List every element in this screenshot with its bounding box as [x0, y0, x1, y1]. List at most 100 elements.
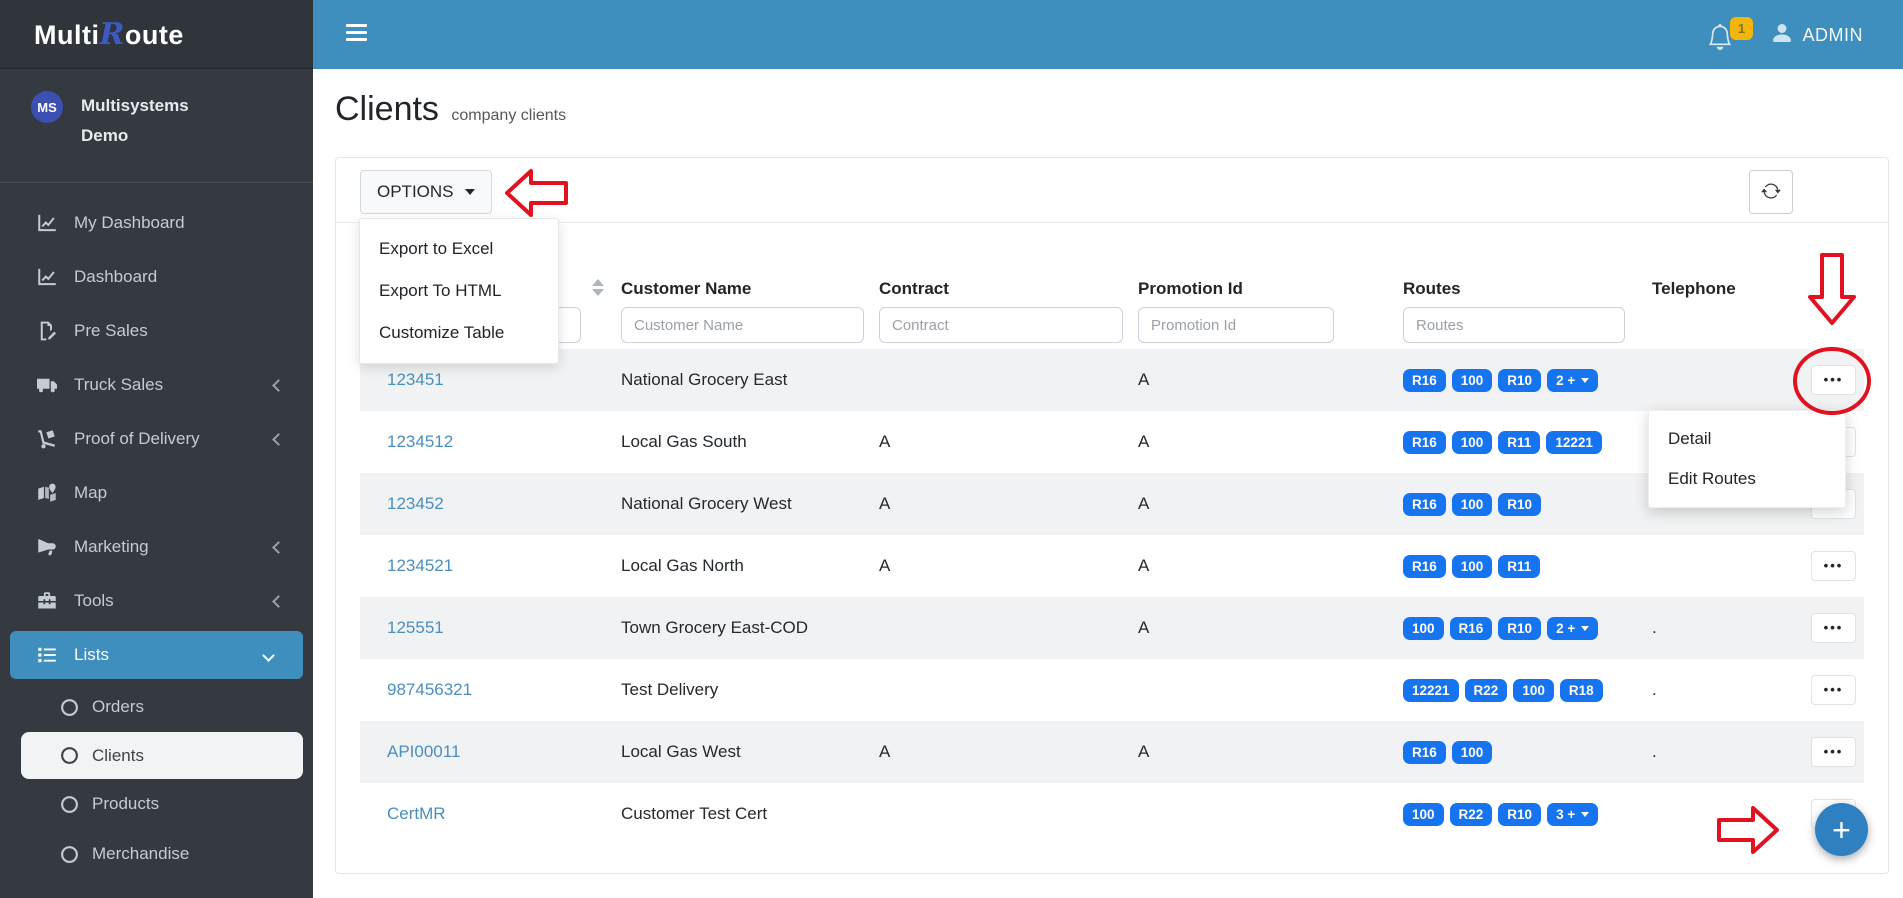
- route-badge: R10: [1498, 803, 1541, 826]
- sidebar-divider: [0, 182, 313, 183]
- customer-number-link[interactable]: 123452: [387, 494, 444, 514]
- contract-cell: A: [879, 535, 1138, 597]
- routes-filter-input[interactable]: [1403, 307, 1625, 343]
- circle-icon: [60, 698, 79, 717]
- user-menu[interactable]: ADMIN: [1770, 21, 1864, 50]
- chevron-down-icon: [465, 189, 475, 195]
- customer-number-link[interactable]: 125551: [387, 618, 444, 638]
- customer-name-cell: National Grocery West: [621, 473, 879, 535]
- telephone-cell: .: [1652, 659, 1801, 721]
- actions-cell: •••: [1801, 535, 1866, 597]
- sidebar-item-pre-sales[interactable]: Pre Sales: [0, 304, 313, 358]
- toolbox-icon: [34, 591, 60, 611]
- add-client-fab[interactable]: +: [1815, 803, 1868, 856]
- options-dropdown-menu: Export to ExcelExport To HTMLCustomize T…: [359, 218, 559, 364]
- row-context-menu-item[interactable]: Detail: [1649, 419, 1845, 459]
- table-row: API00011Local Gas WestAAR16100.•••: [360, 721, 1864, 783]
- more-routes-badge[interactable]: 2 +: [1547, 369, 1598, 392]
- file-pen-icon: [34, 321, 60, 341]
- options-menu-item[interactable]: Export to Excel: [360, 228, 558, 270]
- options-menu-item[interactable]: Export To HTML: [360, 270, 558, 312]
- workspace-name: Multisystems Demo: [63, 91, 233, 151]
- map-marker-icon: [34, 483, 60, 503]
- sidebar-subitem-label: Merchandise: [79, 844, 189, 864]
- contract-filter-input[interactable]: [879, 307, 1123, 343]
- column-header-promotion-id[interactable]: Promotion Id: [1138, 271, 1403, 307]
- brand-logo[interactable]: MultiRoute: [0, 0, 313, 69]
- customer-number-link[interactable]: 1234521: [387, 556, 453, 576]
- routes-cell: 100R16R102 +: [1403, 597, 1652, 659]
- person-icon: [1770, 21, 1794, 50]
- sidebar-item-truck-sales[interactable]: Truck Sales: [0, 358, 313, 412]
- list-icon: [34, 645, 60, 665]
- more-routes-badge[interactable]: 2 +: [1547, 617, 1598, 640]
- route-badge: R10: [1498, 617, 1541, 640]
- customer-number-link[interactable]: CertMR: [387, 804, 446, 824]
- route-badge: R11: [1498, 431, 1540, 454]
- brand-suffix: oute: [125, 20, 184, 50]
- route-badges: R16100R10: [1403, 493, 1541, 516]
- circle-icon: [60, 746, 79, 765]
- customer-number-cell: 1234521: [360, 535, 621, 597]
- more-routes-badge[interactable]: 3 +: [1547, 803, 1598, 826]
- sidebar-item-marketing[interactable]: Marketing: [0, 520, 313, 574]
- brand-text: MultiRoute: [34, 17, 184, 52]
- notifications-button[interactable]: 1: [1707, 17, 1753, 57]
- options-menu-item[interactable]: Customize Table: [360, 312, 558, 354]
- brand-accent-letter: R: [99, 17, 124, 52]
- row-actions-button[interactable]: •••: [1811, 613, 1856, 643]
- chevron-down-icon: [1581, 378, 1589, 383]
- contract-cell: A: [879, 473, 1138, 535]
- column-header-contract[interactable]: Contract: [879, 271, 1138, 307]
- route-badges: R16100: [1403, 741, 1492, 764]
- sidebar-item-lists[interactable]: Lists: [10, 631, 303, 679]
- workspace-panel[interactable]: MS Multisystems Demo: [0, 69, 313, 182]
- route-badge: R16: [1403, 369, 1446, 392]
- route-badge: R10: [1498, 369, 1541, 392]
- route-badge: 100: [1452, 493, 1493, 516]
- customer-name-filter-input[interactable]: [621, 307, 864, 343]
- options-button[interactable]: OPTIONS: [360, 170, 492, 214]
- route-badge: R10: [1498, 493, 1541, 516]
- row-actions-button[interactable]: •••: [1811, 365, 1856, 395]
- options-button-label: OPTIONS: [377, 182, 454, 202]
- row-actions-button[interactable]: •••: [1811, 737, 1856, 767]
- route-badge: R18: [1560, 679, 1603, 702]
- customer-number-link[interactable]: API00011: [387, 742, 460, 762]
- sidebar-subitem-clients[interactable]: Clients: [21, 732, 303, 779]
- table-filter-row: [360, 307, 1864, 349]
- row-actions-button[interactable]: •••: [1811, 675, 1856, 705]
- sidebar-item-proof-of-delivery[interactable]: Proof of Delivery: [0, 412, 313, 466]
- app-window: MultiRoute MS Multisystems Demo My Dashb…: [0, 0, 1903, 898]
- page-subtitle: company clients: [451, 107, 566, 124]
- workspace-avatar: MS: [31, 91, 63, 123]
- customer-number-cell: 123452: [360, 473, 621, 535]
- route-badge: 12221: [1546, 431, 1602, 454]
- hamburger-menu-icon[interactable]: [346, 24, 367, 45]
- refresh-button[interactable]: [1749, 170, 1793, 214]
- page-title: Clients: [335, 90, 439, 128]
- row-actions-button[interactable]: •••: [1811, 551, 1856, 581]
- sidebar-subitem-orders[interactable]: Orders: [21, 682, 313, 732]
- column-header-routes[interactable]: Routes: [1403, 271, 1652, 307]
- customer-number-cell: CertMR: [360, 783, 621, 845]
- sidebar-item-dashboard[interactable]: Dashboard: [0, 250, 313, 304]
- bell-icon: [1707, 37, 1733, 54]
- route-badge: 100: [1403, 617, 1444, 640]
- sidebar-item-my-dashboard[interactable]: My Dashboard: [0, 196, 313, 250]
- row-context-menu-item[interactable]: Edit Routes: [1649, 459, 1845, 499]
- column-header-telephone[interactable]: Telephone: [1652, 271, 1801, 307]
- contract-cell: [879, 659, 1138, 721]
- sort-icon[interactable]: [592, 279, 604, 296]
- sidebar-item-map[interactable]: Map: [0, 466, 313, 520]
- route-badges: 100R22R103 +: [1403, 803, 1598, 826]
- sidebar-item-tools[interactable]: Tools: [0, 574, 313, 628]
- promotion-id-filter-input[interactable]: [1138, 307, 1334, 343]
- customer-number-link[interactable]: 987456321: [387, 680, 472, 700]
- customer-number-link[interactable]: 1234512: [387, 432, 453, 452]
- chevron-left-icon: [272, 595, 285, 608]
- sidebar-subitem-products[interactable]: Products: [21, 779, 313, 829]
- customer-number-link[interactable]: 123451: [387, 370, 444, 390]
- sidebar-subitem-merchandise[interactable]: Merchandise: [21, 829, 313, 879]
- column-header-customer-name[interactable]: Customer Name: [621, 271, 879, 307]
